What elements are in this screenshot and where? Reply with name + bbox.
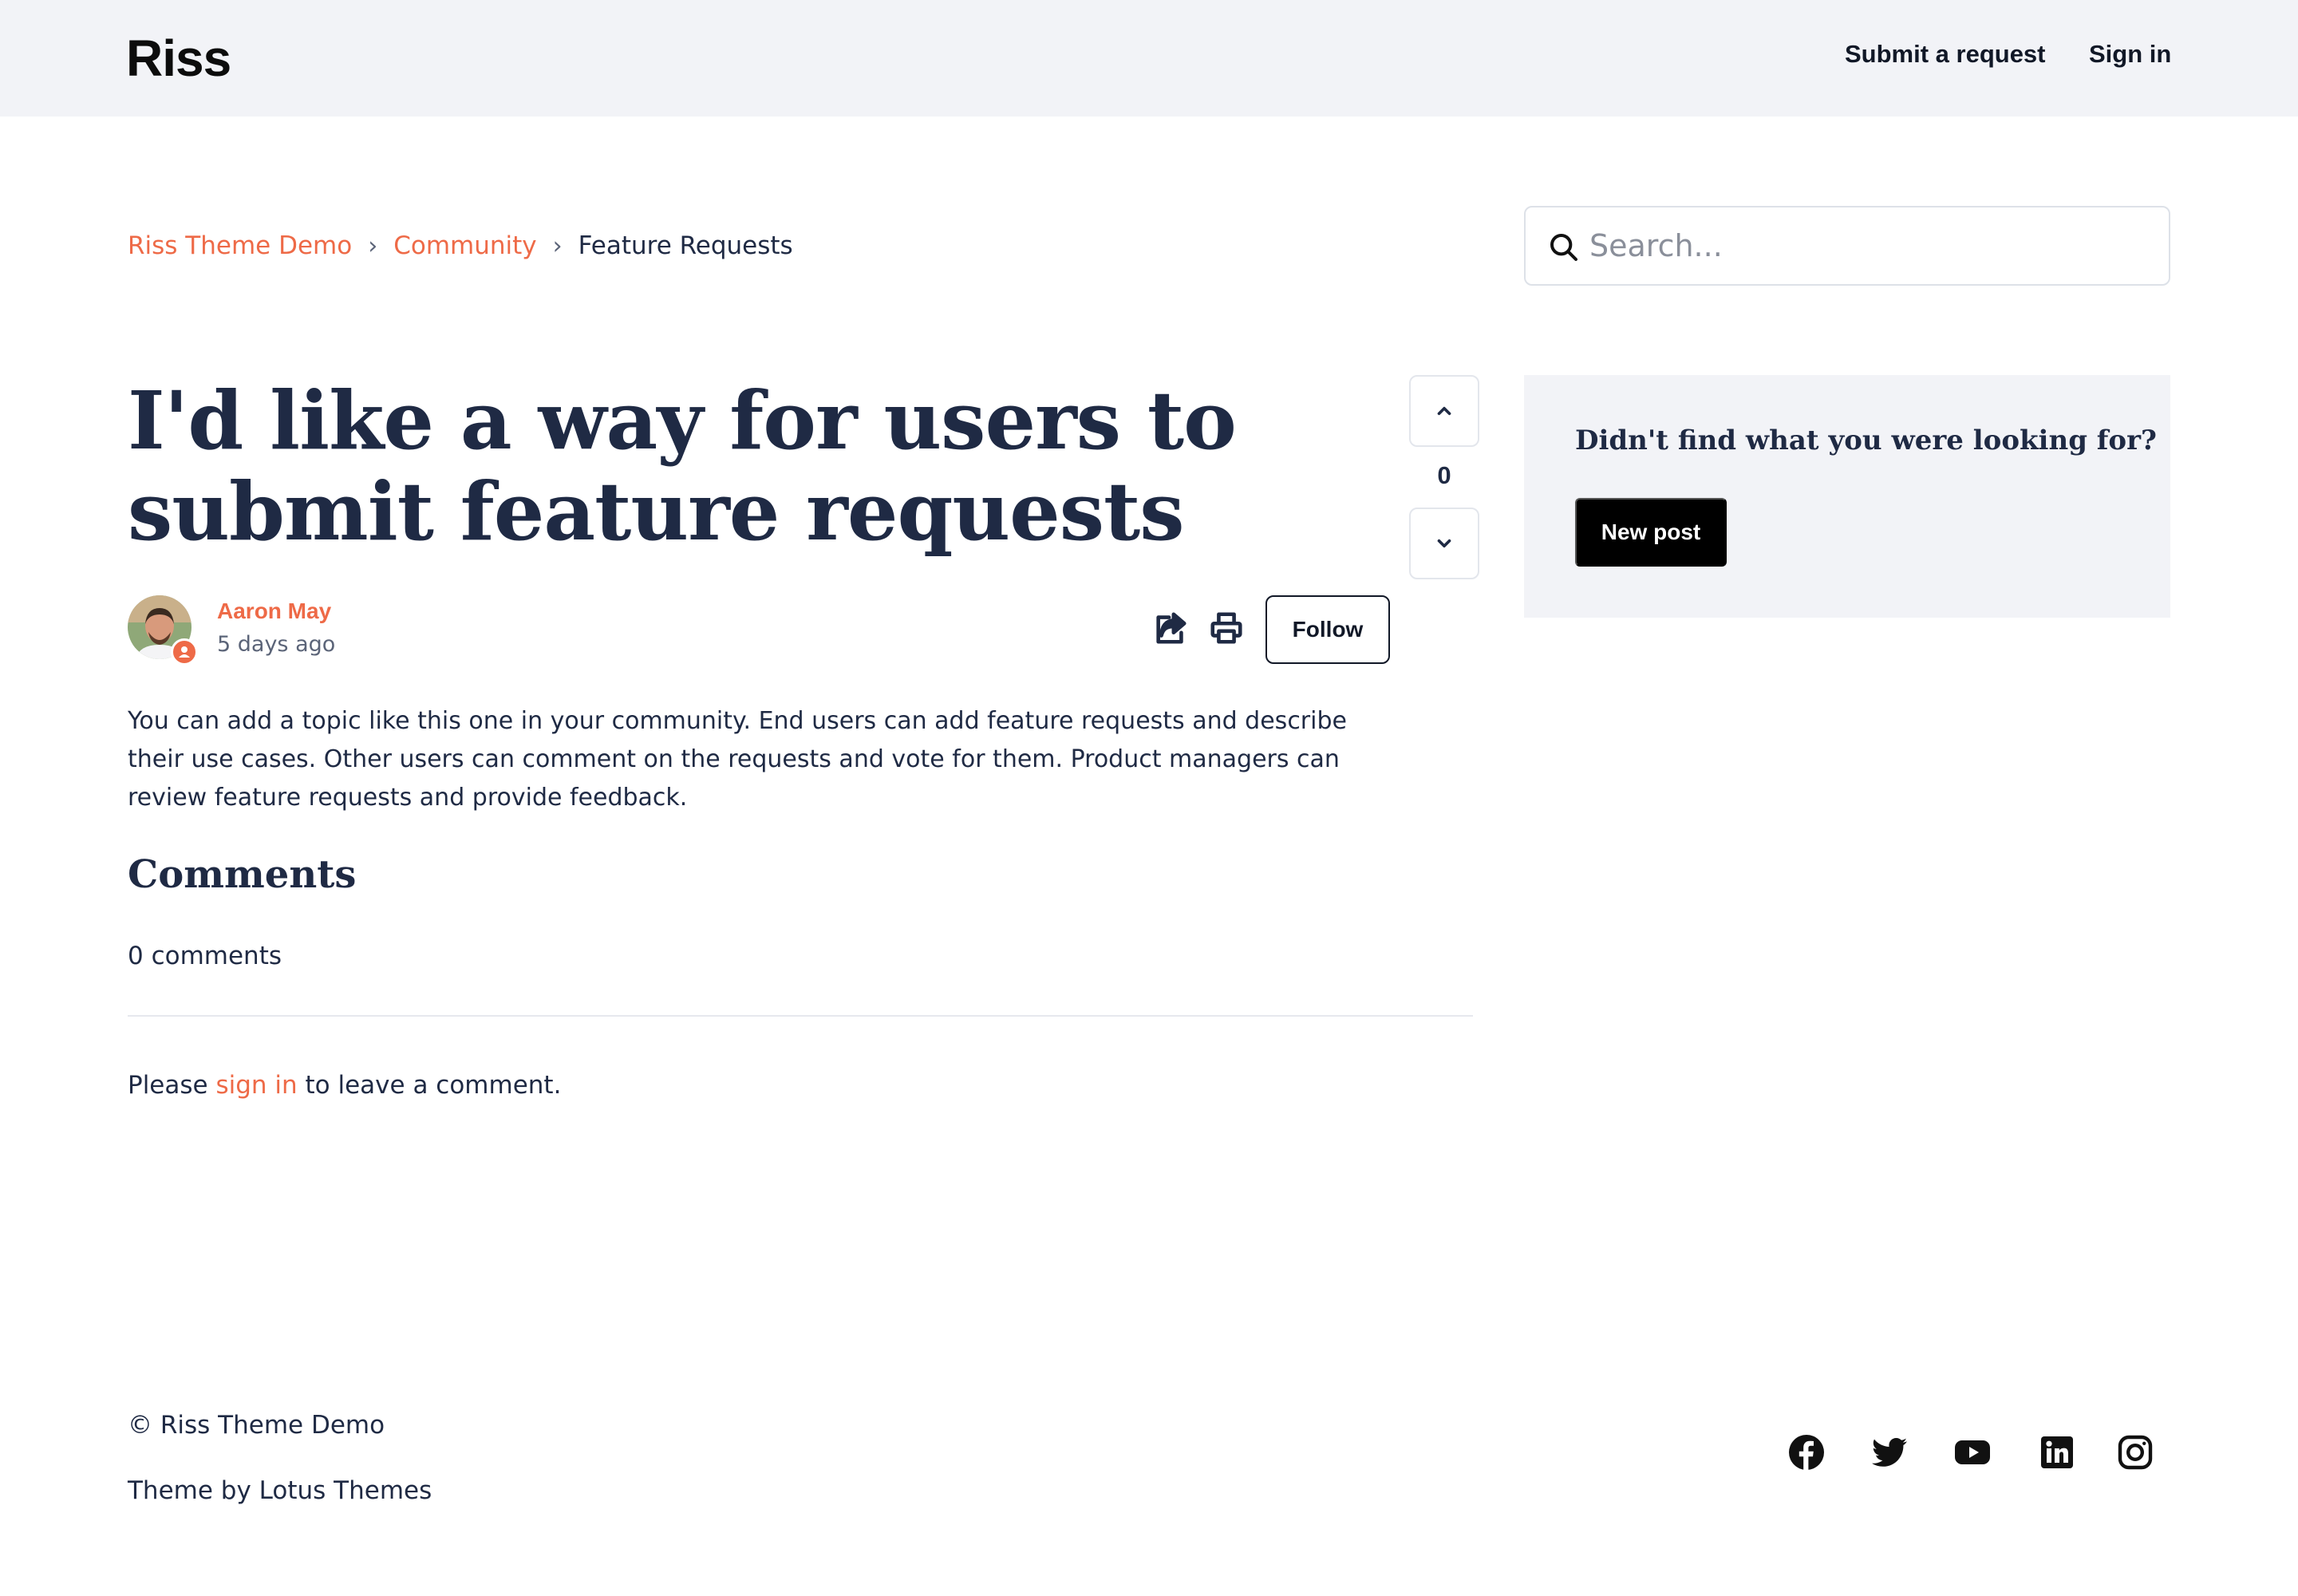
user-badge-icon bbox=[171, 638, 198, 666]
new-post-card-title: Didn't find what you were looking for? bbox=[1575, 425, 2157, 456]
sign-in-link[interactable]: Sign in bbox=[2089, 40, 2171, 69]
submit-request-link[interactable]: Submit a request bbox=[1845, 40, 2046, 69]
author-name[interactable]: Aaron May bbox=[217, 598, 331, 624]
sign-in-note-prefix: Please bbox=[128, 1071, 216, 1100]
post-body: You can add a topic like this one in you… bbox=[128, 707, 1347, 812]
site-header: Riss Submit a request Sign in bbox=[0, 0, 2298, 117]
new-post-card: Didn't find what you were looking for? N… bbox=[1524, 375, 2170, 618]
instagram-icon[interactable] bbox=[2116, 1433, 2154, 1472]
linkedin-icon[interactable] bbox=[2038, 1433, 2076, 1472]
comments-heading: Comments bbox=[128, 852, 357, 897]
comments-count: 0 comments bbox=[128, 942, 282, 970]
chevron-down-icon bbox=[1437, 539, 1451, 548]
share-icon[interactable] bbox=[1152, 610, 1189, 646]
post-time: 5 days ago bbox=[217, 632, 336, 657]
breadcrumb-item-feature-requests[interactable]: Feature Requests bbox=[578, 231, 793, 260]
vote-count: 0 bbox=[1437, 461, 1451, 489]
search-input[interactable] bbox=[1589, 222, 2148, 270]
vote-up-button[interactable] bbox=[1409, 375, 1479, 447]
vote-down-button[interactable] bbox=[1409, 508, 1479, 579]
breadcrumb-item-riss-theme-demo[interactable]: Riss Theme Demo bbox=[128, 231, 352, 260]
footer-copyright: © Riss Theme Demo bbox=[128, 1411, 385, 1440]
breadcrumb: Riss Theme Demo › Community › Feature Re… bbox=[128, 230, 793, 262]
youtube-icon[interactable] bbox=[1953, 1433, 1992, 1472]
chevron-up-icon bbox=[1437, 406, 1451, 416]
breadcrumb-separator: › bbox=[552, 231, 563, 260]
follow-button[interactable]: Follow bbox=[1265, 595, 1390, 664]
new-post-button[interactable]: New post bbox=[1575, 498, 1727, 567]
comment-sign-in-link[interactable]: sign in bbox=[215, 1071, 297, 1100]
breadcrumb-separator: › bbox=[368, 231, 378, 260]
twitter-icon[interactable] bbox=[1870, 1433, 1909, 1472]
footer-theme-credit[interactable]: Theme by Lotus Themes bbox=[128, 1476, 432, 1505]
facebook-icon[interactable] bbox=[1787, 1433, 1826, 1472]
divider bbox=[128, 1015, 1473, 1017]
print-icon[interactable] bbox=[1208, 610, 1245, 646]
post-title: I'd like a way for users to submit featu… bbox=[128, 373, 1237, 559]
breadcrumb-item-community[interactable]: Community bbox=[393, 231, 536, 260]
site-logo[interactable]: Riss bbox=[126, 29, 231, 88]
sign-in-note-suffix: to leave a comment. bbox=[297, 1071, 562, 1100]
search-icon bbox=[1550, 234, 1577, 261]
search-box[interactable] bbox=[1524, 206, 2170, 286]
sign-in-note: Please sign in to leave a comment. bbox=[128, 1071, 561, 1100]
